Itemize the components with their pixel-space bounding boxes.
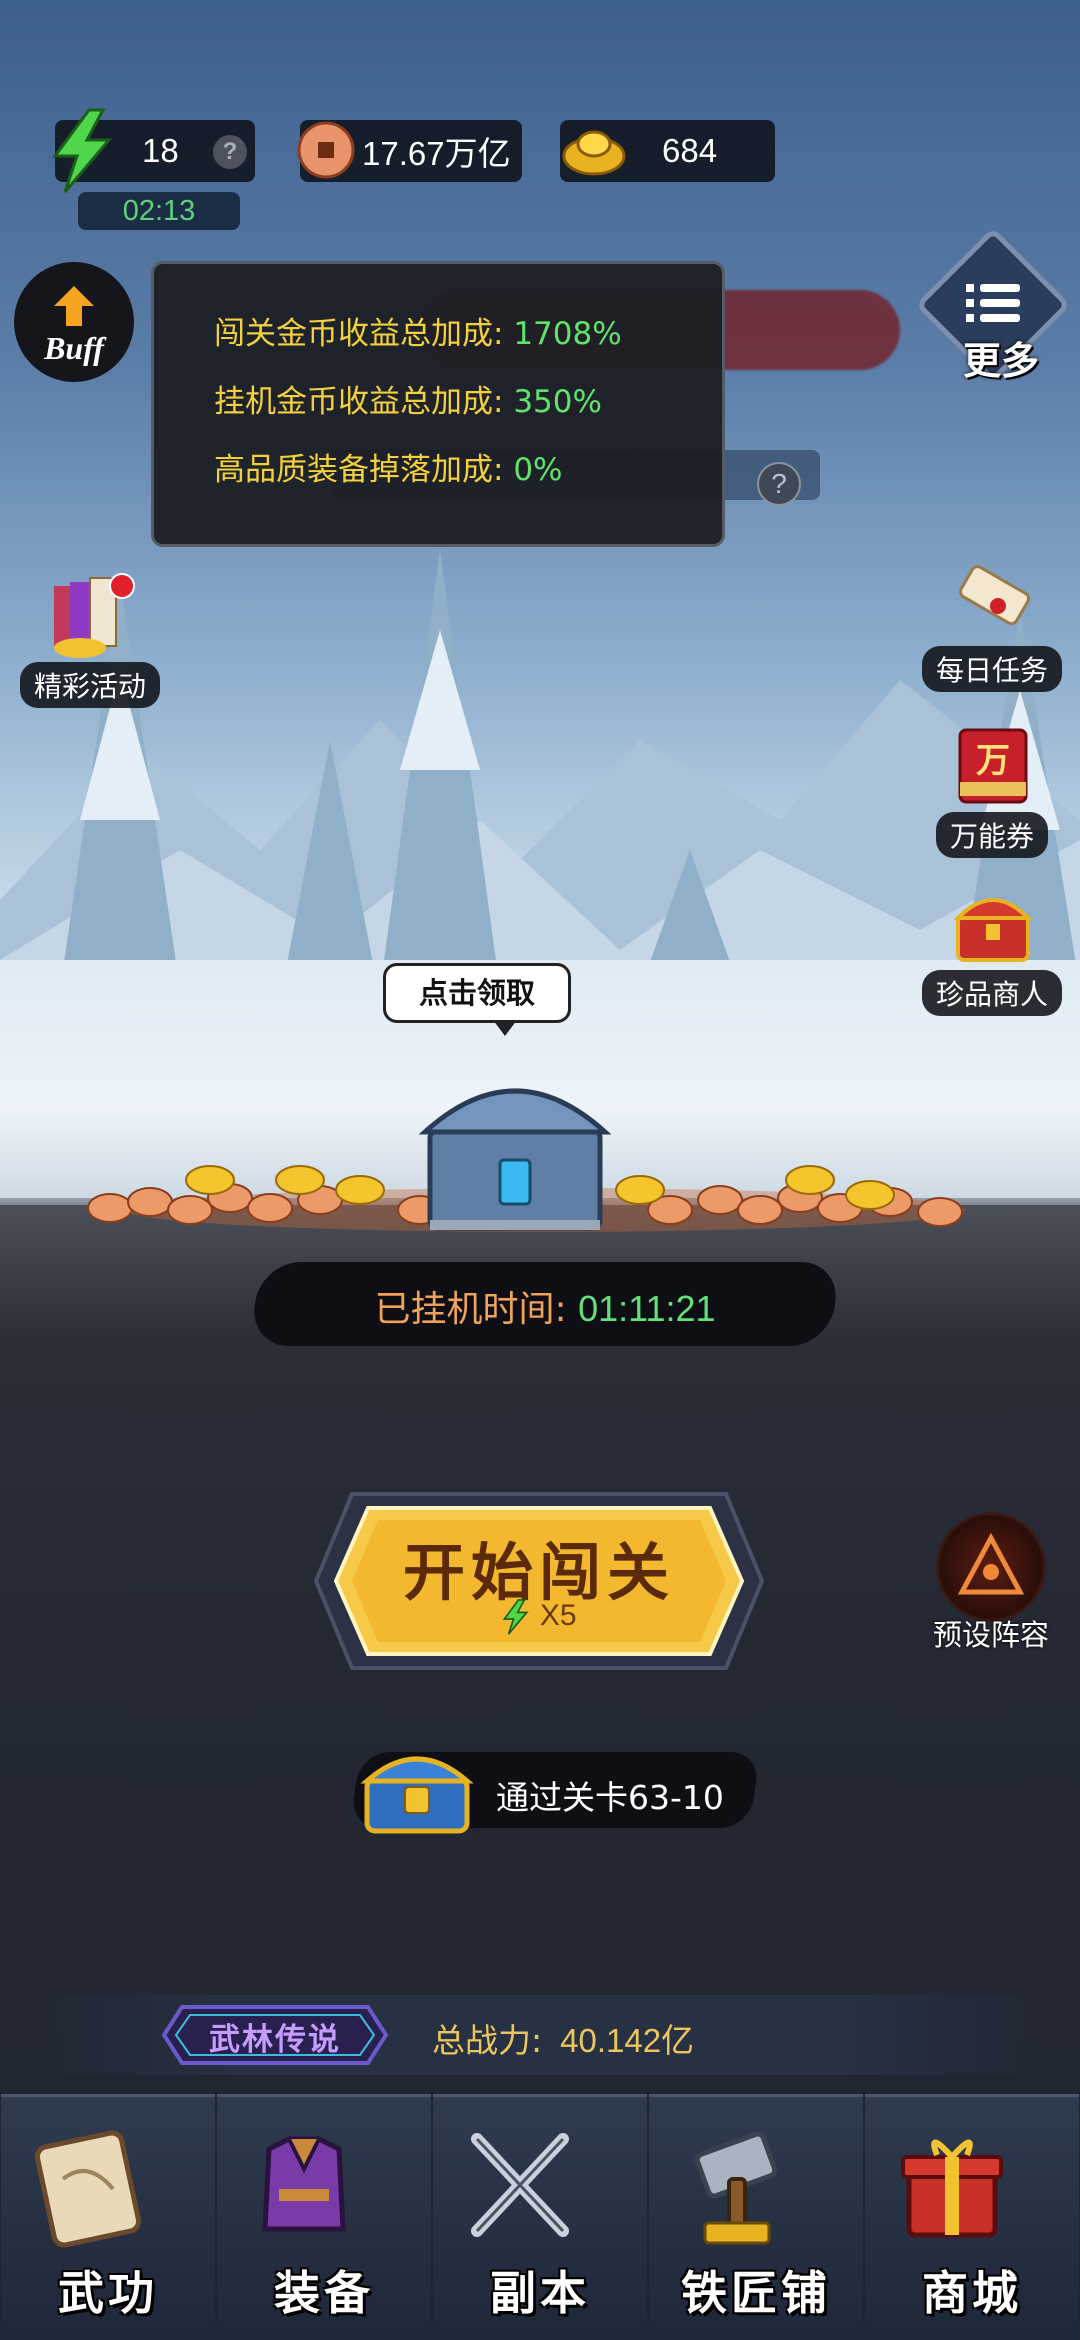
coin-counter[interactable]: 17.67万亿	[297, 120, 522, 182]
idle-reward-chest[interactable]	[80, 1040, 1010, 1240]
daily-task-label: 每日任务	[921, 646, 1062, 692]
nav-tab-blacksmith[interactable]: 铁匠铺	[649, 2094, 863, 2340]
help-icon[interactable]: ?	[213, 135, 247, 169]
tooltip-row-label: 挂机金币收益总加成:	[214, 384, 504, 420]
nav-tab-equipment[interactable]: 装备	[217, 2094, 431, 2340]
total-power-value: 40.142亿	[560, 2022, 695, 2059]
tooltip-row-label: 闯关金币收益总加成:	[214, 316, 504, 352]
buff-label: Buff	[44, 330, 104, 366]
crossed-swords-icon	[471, 2133, 569, 2237]
tooltip-row-value: 350%	[513, 384, 602, 420]
stage-help-icon[interactable]: ?	[757, 462, 801, 506]
more-label: 更多	[962, 338, 1039, 383]
tooltip-row-value: 0%	[513, 452, 563, 488]
tooltip-row: 高品质装备掉落加成: 0%	[214, 444, 722, 512]
armor-icon	[262, 2136, 346, 2232]
nav-tab-label: 武功	[58, 2266, 158, 2320]
hammer-icon	[694, 2131, 778, 2245]
lightning-icon	[503, 1599, 530, 1635]
claim-bubble[interactable]: 点击领取	[383, 963, 571, 1023]
scroll-quest-icon	[942, 556, 1042, 646]
tooltip-row-label: 高品质装备掉落加成:	[214, 452, 504, 488]
rank-label: 武林传说	[209, 2022, 341, 2058]
bubble-tail	[493, 1020, 517, 1036]
stage-reward-text: 通过关卡63-10	[496, 1778, 724, 1817]
nav-tab-label: 铁匠铺	[681, 2266, 831, 2320]
treasure-shop-button[interactable]: 珍品商人	[912, 880, 1072, 1016]
coin-value: 17.67万亿	[362, 135, 511, 172]
nav-tab-shop[interactable]: 商城	[865, 2094, 1079, 2340]
nav-tab-label: 副本	[490, 2266, 590, 2320]
tooltip-row: 挂机金币收益总加成: 350%	[214, 376, 722, 444]
idle-time-value: 01:11:21	[578, 1288, 716, 1329]
more-button[interactable]: 更多	[915, 227, 1071, 390]
triangle-formation-icon	[957, 1532, 1025, 1595]
nav-tab-dungeon[interactable]: 副本	[433, 2094, 647, 2340]
nav-tab-label: 商城	[922, 2266, 1022, 2320]
chest-icon	[418, 1088, 612, 1231]
gift-box-icon	[901, 2139, 1003, 2238]
voucher-label: 万能券	[935, 812, 1048, 858]
buff-button[interactable]: Buff	[14, 262, 134, 382]
treasure-shop-label: 珍品商人	[921, 970, 1062, 1016]
start-cost-value: X5	[539, 1598, 577, 1632]
copper-coin-icon	[297, 121, 355, 179]
menu-icon	[966, 284, 1020, 322]
event-books-icon	[40, 572, 140, 662]
nav-tab-label: 装备	[274, 2266, 374, 2320]
total-power: 总战力: 40.142亿	[432, 2014, 694, 2062]
preset-lineup-button[interactable]: 预设阵容	[916, 1512, 1066, 1662]
total-power-label: 总战力:	[432, 2021, 543, 2060]
voucher-icon: 万	[942, 722, 1042, 812]
tooltip-row: 闯关金币收益总加成: 1708%	[214, 308, 722, 376]
nav-tab-martial-arts[interactable]: 武功	[1, 2094, 215, 2340]
start-cost: X5	[312, 1598, 766, 1636]
idle-time: 已挂机时间: 01:11:21	[255, 1280, 835, 1332]
buff-tooltip: 闯关金币收益总加成: 1708% 挂机金币收益总加成: 350% 高品质装备掉落…	[151, 261, 725, 547]
gold-counter[interactable]: 684	[560, 120, 775, 182]
bottom-nav: 武功 装备 副本 铁匠铺 商城	[0, 2094, 1080, 2340]
energy-value: 18	[142, 132, 179, 169]
energy-timer: 02:13	[78, 192, 240, 230]
arrow-up-icon	[54, 286, 94, 326]
voucher-glyph: 万	[976, 741, 1010, 781]
scroll-icon	[34, 2130, 142, 2248]
reward-chest-icon[interactable]	[357, 1737, 477, 1837]
idle-time-label: 已挂机时间:	[374, 1289, 567, 1330]
voucher-button[interactable]: 万 万能券	[912, 722, 1072, 858]
events-label: 精彩活动	[19, 662, 160, 708]
gold-ingot-icon	[562, 130, 626, 176]
preset-lineup-label: 预设阵容	[932, 1618, 1049, 1652]
events-button[interactable]: 精彩活动	[10, 572, 170, 708]
treasure-chest-icon	[942, 880, 1042, 970]
tooltip-row-value: 1708%	[513, 316, 622, 352]
daily-task-button[interactable]: 每日任务	[912, 556, 1072, 692]
energy-counter[interactable]: 18 ?	[52, 108, 255, 193]
gold-value: 684	[662, 132, 718, 169]
lightning-icon	[52, 108, 113, 193]
